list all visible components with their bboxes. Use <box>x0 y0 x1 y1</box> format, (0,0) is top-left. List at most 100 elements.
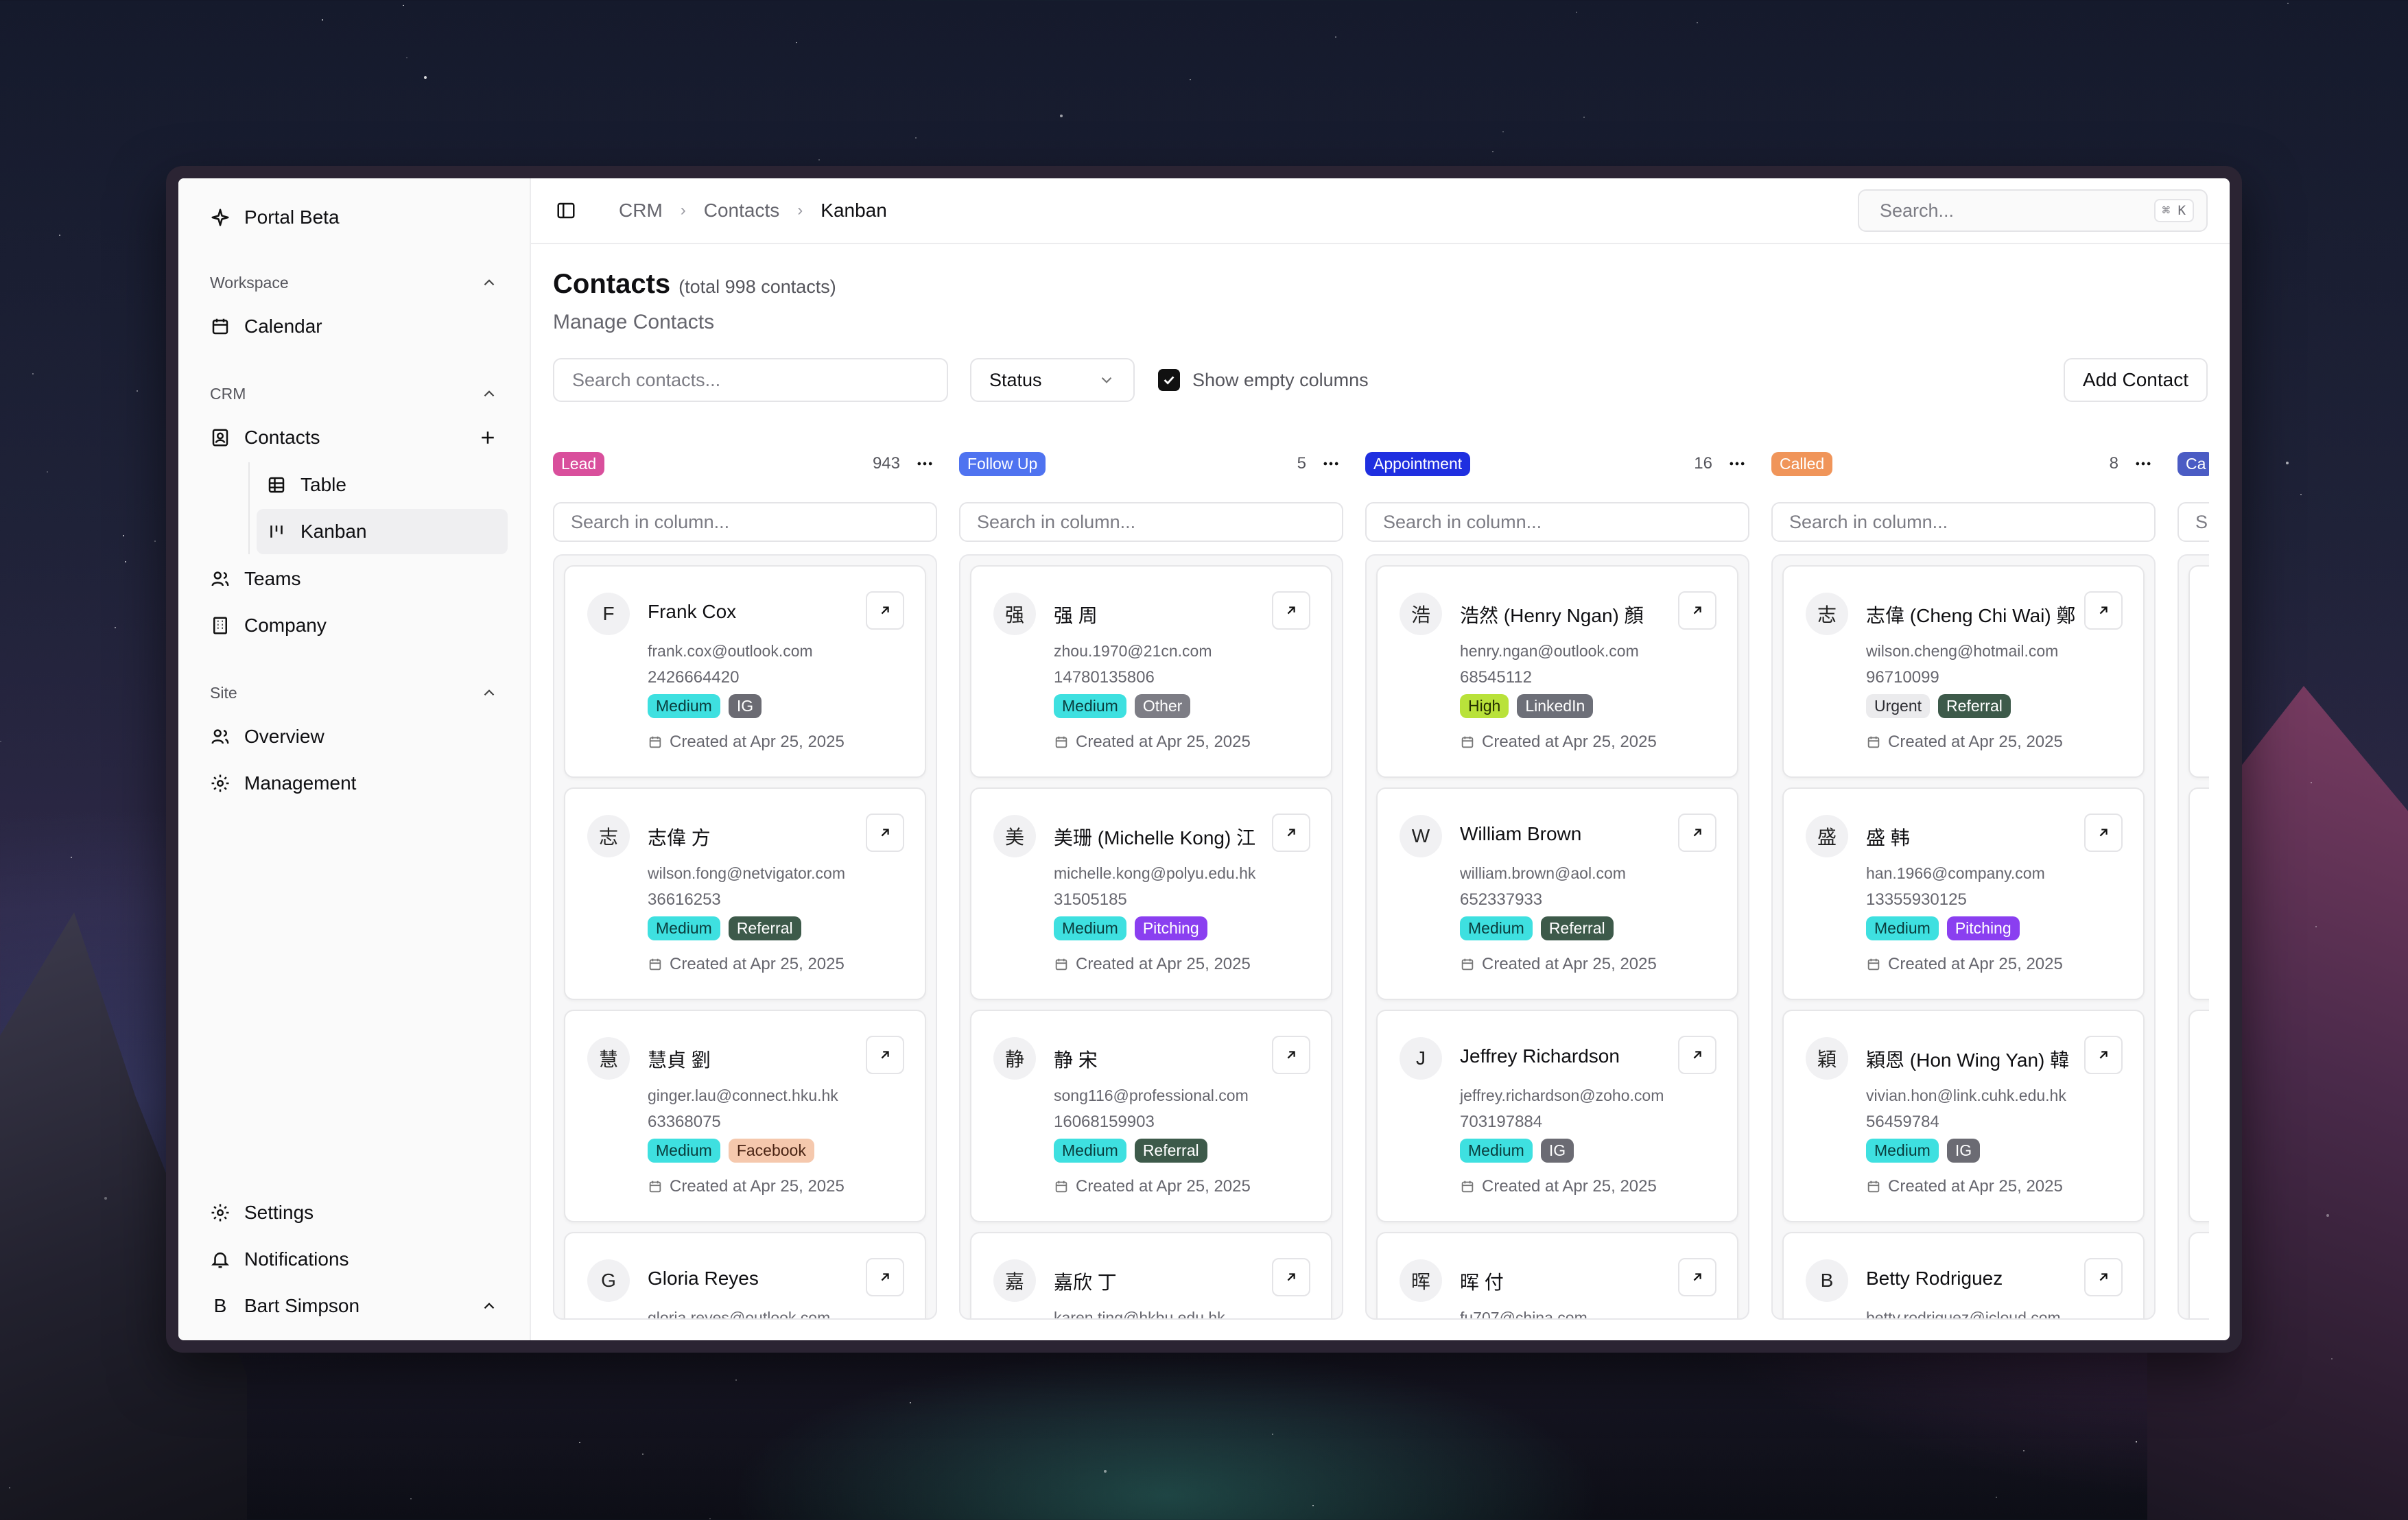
breadcrumb-contacts[interactable]: Contacts <box>704 200 780 222</box>
contact-card[interactable] <box>2188 1010 2209 1222</box>
add-contact-button[interactable]: Add Contact <box>2063 358 2208 402</box>
contact-card[interactable] <box>2188 787 2209 1000</box>
contact-email: zhou.1970@21cn.com <box>1054 642 1212 660</box>
sidebar-item-label: Calendar <box>244 316 322 337</box>
contact-card[interactable] <box>2188 1232 2209 1318</box>
open-contact-button[interactable] <box>866 1036 904 1074</box>
sidebar-item-contacts[interactable]: Contacts <box>200 414 508 461</box>
show-empty-columns-toggle[interactable]: Show empty columns <box>1158 369 1369 391</box>
open-contact-button[interactable] <box>1678 1258 1716 1296</box>
sidebar-item-kanban[interactable]: Kanban <box>257 509 508 554</box>
star <box>1271 1433 1273 1435</box>
column-search-input[interactable]: S <box>2177 502 2209 542</box>
user-avatar: B <box>213 1295 227 1316</box>
column-search-input[interactable]: Search in column... <box>553 502 937 542</box>
avatar: 晖 <box>1400 1259 1442 1302</box>
open-contact-button[interactable] <box>1272 591 1310 630</box>
crm-section-header[interactable]: CRM <box>200 373 508 414</box>
open-contact-button[interactable] <box>2084 1258 2123 1296</box>
kanban-column-lead: Lead 943 Search in column... F Frank Cox fran… <box>553 443 937 1320</box>
contact-name: Frank Cox <box>648 601 737 622</box>
sidebar-toggle-icon[interactable] <box>556 200 576 221</box>
kanban-board: Lead 943 Search in column... F Frank Cox fran… <box>553 443 2209 1340</box>
contact-name: 盛 韩 <box>1866 827 1910 848</box>
show-empty-checkbox[interactable] <box>1158 369 1180 391</box>
status-select[interactable]: Status <box>970 358 1135 402</box>
more-horizontal-icon[interactable] <box>1321 454 1341 473</box>
plus-icon[interactable] <box>477 427 498 448</box>
column-search-input[interactable]: Search in column... <box>1365 502 1749 542</box>
breadcrumb-crm[interactable]: CRM <box>619 200 663 222</box>
column-search-placeholder: Search in column... <box>1789 511 1948 532</box>
column-search-input[interactable]: Search in column... <box>959 502 1343 542</box>
contact-card[interactable]: 晖晖 付 fu707@china.com <box>1376 1232 1738 1318</box>
open-contact-button[interactable] <box>1272 1036 1310 1074</box>
open-contact-button[interactable] <box>2084 591 2123 630</box>
contact-card[interactable]: 嘉嘉欣 丁 karen.ting@hkbu.edu.hk <box>970 1232 1332 1318</box>
tag-list: Medium IG <box>648 694 762 718</box>
contact-name: Jeffrey Richardson <box>1460 1045 1620 1067</box>
contact-card[interactable]: 盛盛 韩 han.1966@company.com 13355930125 Mediu… <box>1782 787 2145 1000</box>
sidebar-item-notifications[interactable]: Notifications <box>200 1236 508 1283</box>
created-date: Created at Apr 25, 2025 <box>1866 1177 2063 1196</box>
open-contact-button[interactable] <box>1678 1036 1716 1074</box>
contact-card[interactable]: W William Brown william.brown@aol.com 65233… <box>1376 787 1738 1000</box>
created-date: Created at Apr 25, 2025 <box>648 955 845 974</box>
sidebar-item-overview[interactable]: Overview <box>200 713 508 760</box>
contact-card[interactable]: G Gloria Reyes gloria.reyes@outlook.com <box>564 1232 926 1318</box>
tag-referral: Referral <box>728 916 801 940</box>
contact-card[interactable]: 美美珊 (Michelle Kong) 江 michelle.kong@polyu… <box>970 787 1332 1000</box>
search-contacts-input[interactable]: Search contacts... <box>553 358 948 402</box>
global-search-input[interactable]: Search... ⌘ K <box>1858 189 2208 232</box>
arrow-up-right-icon <box>1693 1051 1701 1059</box>
more-horizontal-icon[interactable] <box>1727 454 1747 473</box>
open-contact-button[interactable] <box>1678 591 1716 630</box>
workspace-section-header[interactable]: Workspace <box>200 262 508 303</box>
tag-list: Medium Pitching <box>1866 916 2020 940</box>
kanban-column-appointment: Appointment 16 Search in column... 浩浩然 (Hen… <box>1365 443 1749 1320</box>
sidebar-item-management[interactable]: Management <box>200 760 508 807</box>
contact-card[interactable]: 穎穎恩 (Hon Wing Yan) 韓 vivian.hon@link.cuhk… <box>1782 1010 2145 1222</box>
contact-card[interactable]: B Betty Rodriguez betty.rodriguez@icloud.c… <box>1782 1232 2145 1318</box>
open-contact-button[interactable] <box>866 814 904 852</box>
contact-card[interactable]: F Frank Cox frank.cox@outlook.com 242666442… <box>564 565 926 778</box>
open-contact-button[interactable] <box>1272 1258 1310 1296</box>
sidebar-item-settings[interactable]: Settings <box>200 1189 508 1236</box>
open-contact-button[interactable] <box>866 591 904 630</box>
users-icon <box>211 571 229 586</box>
topbar: CRM › Contacts › Kanban Search... ⌘ K <box>531 178 2230 244</box>
sidebar-item-label: Table <box>300 474 346 495</box>
column-search-input[interactable]: Search in column... <box>1771 502 2156 542</box>
contact-card[interactable]: 强强 周 zhou.1970@21cn.com 14780135806 Medium O… <box>970 565 1332 778</box>
tag-medium: Medium <box>1054 916 1126 940</box>
contact-card[interactable]: 浩浩然 (Henry Ngan) 顏 henry.ngan@outlook.com… <box>1376 565 1738 778</box>
open-contact-button[interactable] <box>1678 814 1716 852</box>
sidebar-item-label: Contacts <box>244 427 320 448</box>
site-section-header[interactable]: Site <box>200 672 508 713</box>
avatar: 志 <box>587 815 630 857</box>
contact-card[interactable]: 志志偉 (Cheng Chi Wai) 鄭 wilson.cheng@hotmai… <box>1782 565 2145 778</box>
contact-card[interactable]: 静静 宋 song116@professional.com 16068159903 M… <box>970 1010 1332 1222</box>
sidebar-item-table[interactable]: Table <box>257 462 508 508</box>
avatar: 志 <box>1806 593 1848 635</box>
created-date: Created at Apr 25, 2025 <box>1054 1177 1251 1196</box>
contact-card[interactable]: 志志偉 方 wilson.fong@netvigator.com 36616253 M… <box>564 787 926 1000</box>
open-contact-button[interactable] <box>866 1258 904 1296</box>
contact-card[interactable]: J Jeffrey Richardson jeffrey.richardson@zo… <box>1376 1010 1738 1222</box>
contact-name: 嘉欣 丁 <box>1054 1272 1117 1293</box>
more-horizontal-icon[interactable] <box>915 454 934 473</box>
tag-medium: Medium <box>648 694 720 718</box>
open-contact-button[interactable] <box>2084 1036 2123 1074</box>
page-title: Contacts (total 998 contacts) <box>553 269 2208 300</box>
user-menu[interactable]: B Bart Simpson <box>200 1283 508 1329</box>
contact-card[interactable]: 慧慧貞 劉 ginger.lau@connect.hku.hk 63368075 Me… <box>564 1010 926 1222</box>
brand[interactable]: Portal Beta <box>200 196 508 239</box>
open-contact-button[interactable] <box>2084 814 2123 852</box>
column-header: Ca <box>2177 443 2209 484</box>
open-contact-button[interactable] <box>1272 814 1310 852</box>
contact-card[interactable] <box>2188 565 2209 778</box>
sidebar-item-company[interactable]: Company <box>200 602 508 649</box>
sidebar-item-calendar[interactable]: Calendar <box>200 303 508 350</box>
more-horizontal-icon[interactable] <box>2134 454 2153 473</box>
sidebar-item-teams[interactable]: Teams <box>200 556 508 602</box>
